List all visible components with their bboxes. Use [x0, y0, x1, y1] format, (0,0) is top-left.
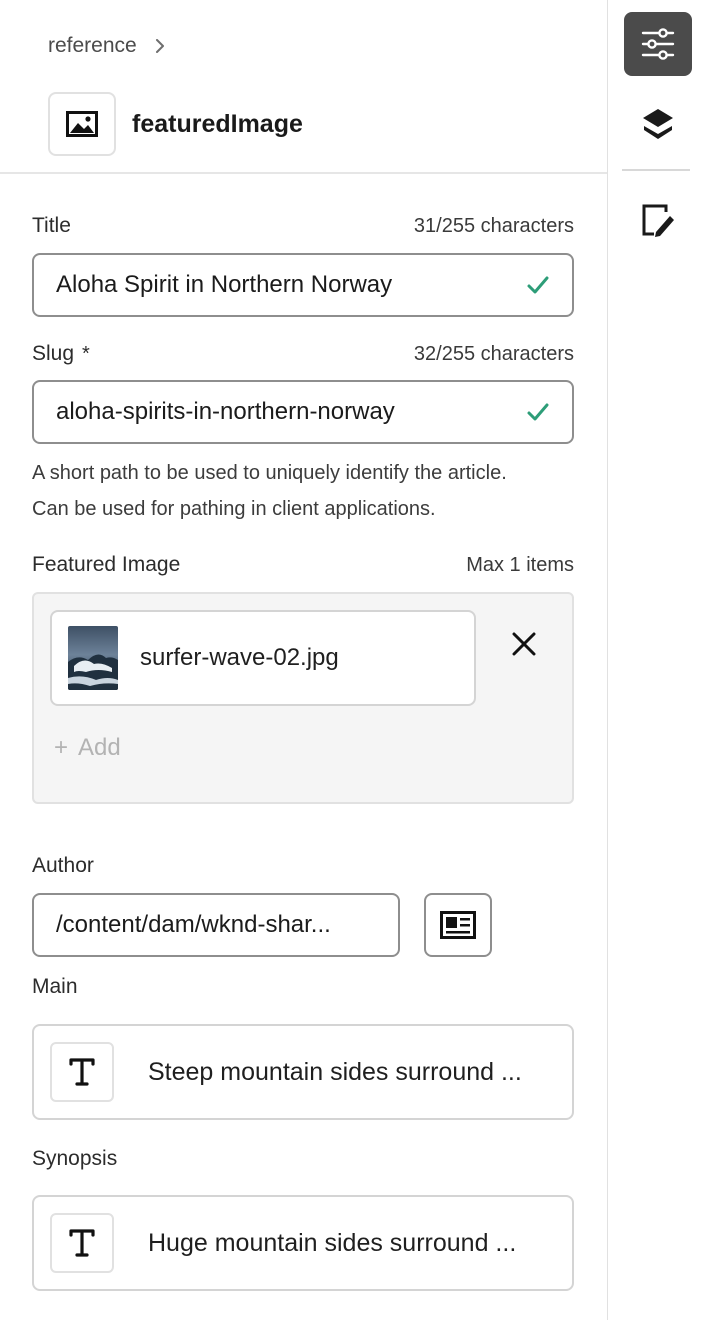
- add-item-button[interactable]: + Add: [54, 734, 121, 762]
- slug-help-line: A short path to be used to uniquely iden…: [32, 462, 507, 484]
- image-type-tile: [48, 92, 116, 156]
- slug-label-text: Slug: [32, 342, 75, 365]
- slug-value[interactable]: aloha-spirits-in-northern-norway: [56, 398, 514, 426]
- layers-icon: [643, 109, 673, 139]
- text-icon: [69, 1058, 95, 1086]
- synopsis-label-row: Synopsis: [32, 1147, 574, 1171]
- layers-rail-button[interactable]: [624, 92, 692, 156]
- author-label-row: Author: [32, 854, 574, 878]
- component-title: featuredImage: [132, 109, 303, 138]
- asset-thumbnail: [68, 626, 118, 690]
- rail-divider: [607, 0, 608, 1320]
- title-value[interactable]: Aloha Spirit in Northern Norway: [56, 271, 514, 299]
- featured-image-multifield: surfer-wave-02.jpg + Add: [32, 592, 574, 804]
- synopsis-preview: Huge mountain sides surround ...: [148, 1228, 517, 1257]
- main-richtext-field[interactable]: Steep mountain sides surround ...: [32, 1024, 574, 1120]
- slug-label: Slug *: [32, 342, 90, 366]
- text-icon: [69, 1229, 95, 1257]
- annotation-rail-button[interactable]: [624, 188, 692, 252]
- close-icon: [512, 632, 536, 656]
- component-header: featuredImage: [48, 92, 303, 156]
- slug-char-count: 32/255 characters: [413, 343, 574, 365]
- remove-asset-button[interactable]: [506, 626, 542, 662]
- properties-panel: reference featuredImage Title 31/255 cha…: [0, 0, 607, 1320]
- contact-card-icon: [440, 911, 476, 939]
- synopsis-label: Synopsis: [32, 1147, 118, 1170]
- main-preview: Steep mountain sides surround ...: [148, 1057, 522, 1086]
- asset-card[interactable]: surfer-wave-02.jpg: [50, 610, 476, 706]
- title-char-count: 31/255 characters: [413, 215, 574, 237]
- header-divider: [0, 172, 607, 174]
- featured-image-max: Max 1 items: [466, 554, 574, 576]
- breadcrumb-label[interactable]: reference: [48, 34, 137, 58]
- valid-check-icon: [527, 403, 549, 421]
- main-label-row: Main: [32, 975, 574, 999]
- slug-help-line: Can be used for pathing in client applic…: [32, 498, 436, 520]
- synopsis-richtext-field[interactable]: Huge mountain sides surround ...: [32, 1195, 574, 1291]
- title-label: Title: [32, 214, 71, 237]
- breadcrumb[interactable]: reference: [48, 32, 167, 60]
- plus-icon: +: [54, 734, 69, 761]
- author-label: Author: [32, 854, 94, 877]
- slug-field[interactable]: aloha-spirits-in-northern-norway: [32, 380, 574, 444]
- slug-help-text: A short path to be used to uniquely iden…: [32, 455, 592, 527]
- author-path-field[interactable]: /content/dam/wknd-shar...: [32, 893, 400, 957]
- edit-annotation-icon: [642, 204, 674, 237]
- slug-label-row: Slug * 32/255 characters: [32, 342, 574, 366]
- asset-filename: surfer-wave-02.jpg: [140, 644, 339, 671]
- rail-separator: [622, 169, 690, 171]
- properties-sliders-icon: [641, 28, 675, 60]
- image-icon: [66, 111, 98, 137]
- add-label: Add: [78, 734, 121, 761]
- text-type-tile: [50, 1042, 114, 1102]
- title-field[interactable]: Aloha Spirit in Northern Norway: [32, 253, 574, 317]
- title-label-row: Title 31/255 characters: [32, 214, 574, 238]
- required-asterisk: *: [82, 343, 90, 365]
- text-type-tile: [50, 1213, 114, 1273]
- author-picker-button[interactable]: [424, 893, 492, 957]
- featured-image-label-row: Featured Image Max 1 items: [32, 553, 574, 577]
- valid-check-icon: [527, 276, 549, 294]
- featured-image-label: Featured Image: [32, 553, 181, 576]
- chevron-right-icon: [155, 39, 164, 53]
- main-label: Main: [32, 975, 78, 998]
- properties-rail-button[interactable]: [624, 12, 692, 76]
